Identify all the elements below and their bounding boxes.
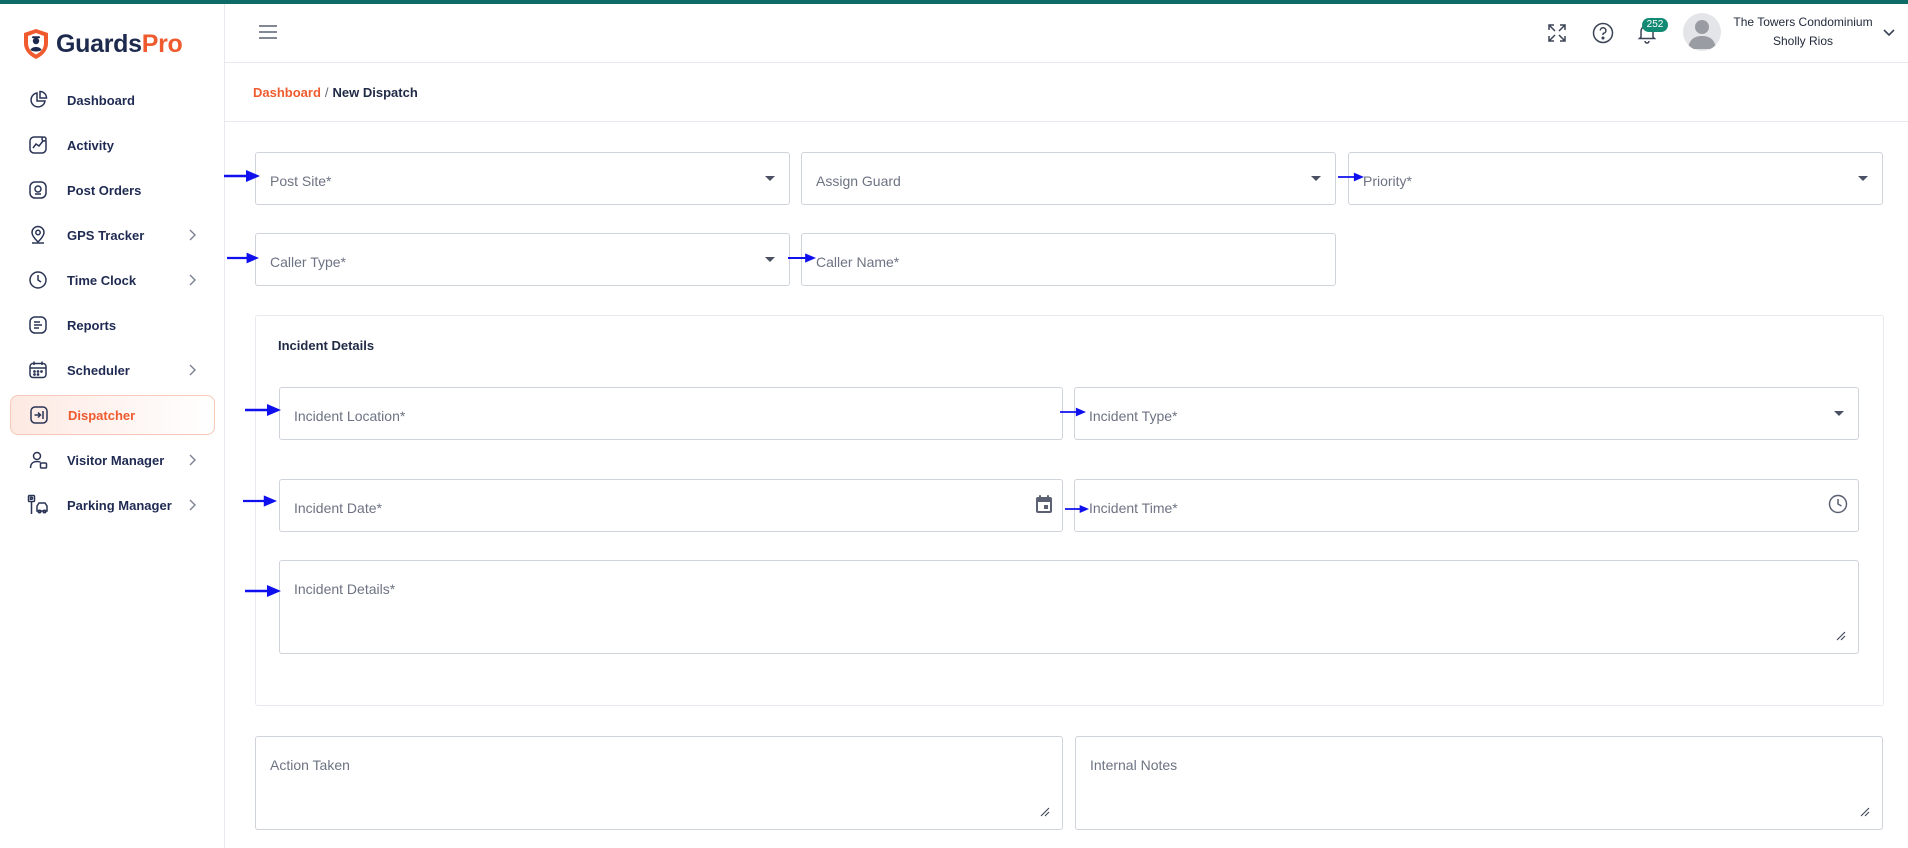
caret-down-icon (1858, 176, 1868, 181)
sidebar-nav: Dashboard Activity Post Orders GPS Track… (10, 80, 215, 530)
reports-icon (27, 314, 49, 336)
sidebar-item-visitor-manager[interactable]: Visitor Manager (10, 440, 215, 480)
caret-down-icon (765, 176, 775, 181)
incident-details-textarea[interactable]: Incident Details* (279, 560, 1859, 654)
incident-date-input[interactable]: Incident Date* (279, 479, 1063, 532)
user-name: Sholly Rios (1772, 34, 1834, 48)
hamburger-menu-icon[interactable] (258, 24, 278, 40)
help-icon[interactable] (1591, 21, 1615, 45)
notification-badge: 252 (1642, 18, 1668, 32)
post-orders-icon (27, 179, 49, 201)
incident-type-select[interactable]: Incident Type* (1074, 387, 1859, 440)
sidebar-item-label: GPS Tracker (67, 227, 145, 243)
breadcrumb-current: New Dispatch (332, 85, 418, 100)
resize-handle-icon[interactable] (1040, 807, 1050, 817)
priority-placeholder: Priority* (1363, 173, 1413, 189)
avatar-silhouette-icon (1688, 20, 1716, 49)
calendar-icon (27, 359, 49, 381)
sidebar-item-post-orders[interactable]: Post Orders (10, 170, 215, 210)
parking-icon (27, 494, 49, 516)
incident-details-placeholder: Incident Details* (294, 581, 396, 597)
gps-pin-icon (27, 224, 49, 246)
caret-down-icon (765, 257, 775, 262)
resize-handle-icon[interactable] (1836, 631, 1846, 641)
annotation-arrow-icon (227, 252, 259, 264)
avatar[interactable] (1683, 13, 1721, 51)
chevron-down-icon[interactable] (1881, 24, 1897, 40)
priority-select[interactable]: Priority* (1348, 152, 1883, 205)
breadcrumb-divider (225, 121, 1908, 122)
sidebar-item-label: Dashboard (67, 92, 135, 108)
sidebar-item-label: Scheduler (67, 362, 130, 378)
sidebar-item-reports[interactable]: Reports (10, 305, 215, 345)
caller-type-placeholder: Caller Type* (270, 254, 347, 270)
sidebar-item-label: Visitor Manager (67, 452, 165, 468)
annotation-arrow-icon (243, 495, 277, 507)
sidebar-item-parking-manager[interactable]: Parking Manager (10, 485, 215, 525)
organization-name: The Towers Condominium (1733, 15, 1873, 29)
breadcrumb-home-link[interactable]: Dashboard (253, 85, 321, 100)
clock-picker-icon[interactable] (1828, 494, 1848, 514)
incident-type-placeholder: Incident Type* (1089, 408, 1178, 424)
resize-handle-icon[interactable] (1860, 807, 1870, 817)
action-taken-placeholder: Action Taken (270, 757, 350, 773)
post-site-placeholder: Post Site* (270, 173, 332, 189)
caller-name-input[interactable]: Caller Name* (801, 233, 1336, 286)
sidebar-item-label: Time Clock (67, 272, 137, 288)
internal-notes-placeholder: Internal Notes (1090, 757, 1178, 773)
incident-location-placeholder: Incident Location* (294, 408, 406, 424)
incident-location-input[interactable]: Incident Location* (279, 387, 1063, 440)
sidebar-item-label: Parking Manager (67, 497, 172, 513)
shield-logo-icon (24, 29, 48, 59)
incident-time-placeholder: Incident Time* (1089, 500, 1178, 516)
sidebar-item-scheduler[interactable]: Scheduler (10, 350, 215, 390)
calendar-picker-icon[interactable] (1034, 494, 1054, 514)
internal-notes-textarea[interactable]: Internal Notes (1075, 736, 1883, 830)
sidebar-item-dashboard[interactable]: Dashboard (10, 80, 215, 120)
caret-down-icon (1834, 411, 1844, 416)
assign-guard-select[interactable]: Assign Guard (801, 152, 1336, 205)
sidebar-item-label: Post Orders (67, 182, 142, 198)
dispatcher-icon (28, 404, 50, 426)
caller-name-placeholder: Caller Name* (816, 254, 900, 270)
annotation-arrow-icon (788, 253, 816, 263)
annotation-arrow-icon (224, 170, 260, 182)
annotation-arrow-icon (245, 585, 281, 597)
chevron-right-icon (189, 454, 196, 466)
chevron-right-icon (189, 229, 196, 241)
incident-time-input[interactable]: Incident Time* (1074, 479, 1859, 532)
brand-name: GuardsPro (56, 29, 183, 58)
chevron-right-icon (189, 499, 196, 511)
sidebar-item-label: Activity (67, 137, 114, 153)
dashboard-pie-icon (27, 89, 49, 111)
chevron-right-icon (189, 274, 196, 286)
sidebar-item-label: Reports (67, 317, 117, 333)
annotation-arrow-icon (1065, 505, 1089, 513)
sidebar-item-label: Dispatcher (68, 407, 136, 423)
annotation-arrow-icon (1060, 407, 1086, 417)
sidebar-item-dispatcher[interactable]: Dispatcher (10, 395, 215, 435)
activity-chart-icon (27, 134, 49, 156)
sidebar: GuardsPro Dashboard Activity Post Orders… (0, 4, 225, 848)
sidebar-item-activity[interactable]: Activity (10, 125, 215, 165)
annotation-arrow-icon (245, 404, 281, 416)
breadcrumb: Dashboard / New Dispatch (253, 85, 418, 100)
incident-section-title: Incident Details (278, 338, 375, 353)
assign-guard-placeholder: Assign Guard (816, 173, 901, 189)
caret-down-icon (1311, 176, 1321, 181)
sidebar-item-time-clock[interactable]: Time Clock (10, 260, 215, 300)
caller-type-select[interactable]: Caller Type* (255, 233, 790, 286)
annotation-arrow-icon (1338, 172, 1364, 182)
post-site-select[interactable]: Post Site* (255, 152, 790, 205)
app-logo[interactable]: GuardsPro (22, 26, 183, 62)
breadcrumb-separator: / (324, 85, 329, 100)
chevron-right-icon (189, 364, 196, 376)
incident-date-placeholder: Incident Date* (294, 500, 382, 516)
clock-icon (27, 269, 49, 291)
sidebar-item-gps-tracker[interactable]: GPS Tracker (10, 215, 215, 255)
fullscreen-icon[interactable] (1545, 21, 1569, 45)
action-taken-textarea[interactable]: Action Taken (255, 736, 1063, 830)
visitor-icon (27, 449, 49, 471)
top-header: 252 The Towers Condominium Sholly Rios (225, 4, 1908, 63)
